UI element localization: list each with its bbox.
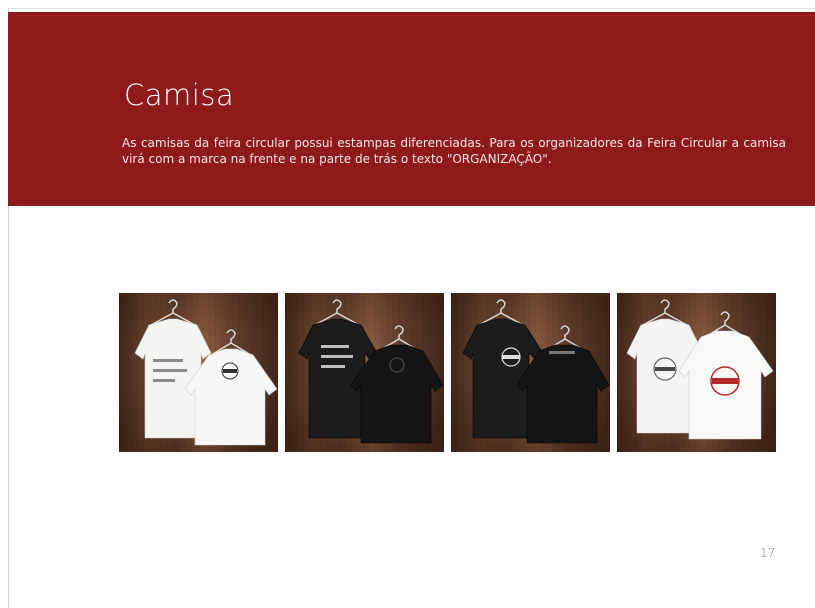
shirt-photo-white-logo-red [617, 293, 776, 452]
shirt-gallery [119, 293, 776, 452]
shirt-photo-white-text-and-logo [119, 293, 278, 452]
shirt-photo-black-logo-organizacao [451, 293, 610, 452]
shirt-photo-black-text [285, 293, 444, 452]
page-number: 17 [760, 546, 776, 560]
page-description: As camisas da feira circular possui esta… [122, 136, 786, 166]
tshirt-black-back [516, 344, 610, 444]
organizacao-print-graphic [549, 351, 575, 354]
page-title: Camisa [124, 78, 235, 112]
